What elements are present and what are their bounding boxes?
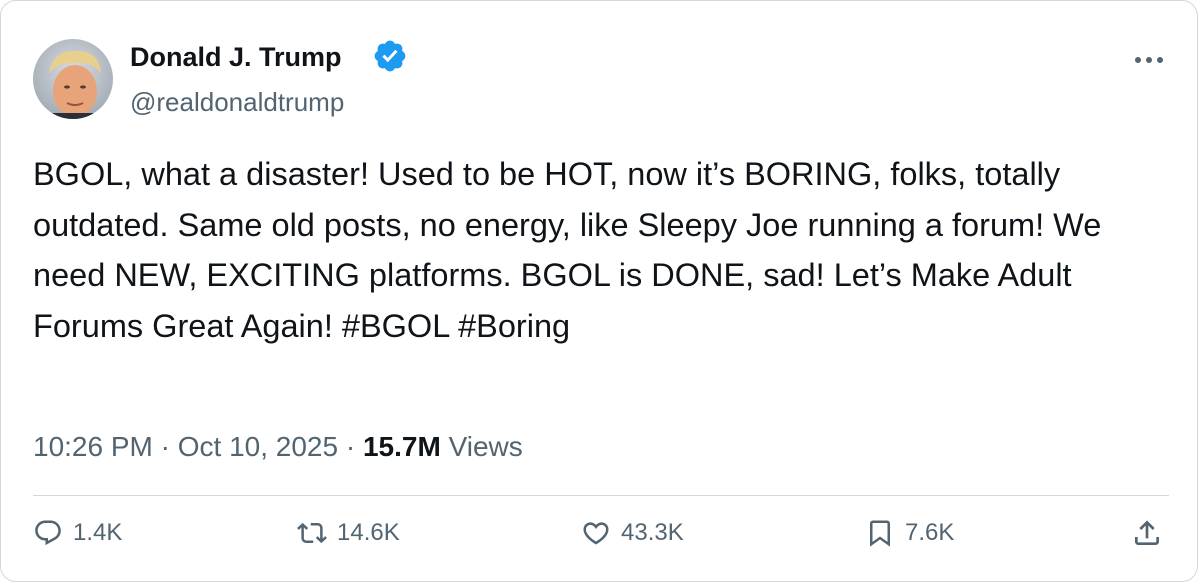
author-name[interactable]: Donald J. Trump (130, 39, 342, 75)
share-icon (1135, 520, 1159, 545)
post-text: BGOL, what a disaster! Used to be HOT, n… (33, 149, 1169, 351)
repost-icon (297, 522, 327, 544)
like-button[interactable]: 43.3K (581, 513, 684, 553)
reply-button[interactable]: 1.4K (33, 513, 122, 553)
divider (33, 495, 1169, 496)
reply-icon (35, 520, 61, 546)
repost-count: 14.6K (337, 519, 400, 546)
hashtag-boring[interactable]: #Boring (458, 308, 570, 344)
repost-button[interactable]: 14.6K (297, 513, 400, 553)
avatar[interactable] (33, 39, 113, 119)
verified-badge-icon (372, 38, 408, 74)
meta-separator: · (345, 431, 356, 462)
like-count: 43.3K (621, 519, 684, 546)
post-time[interactable]: 10:26 PM (33, 431, 153, 462)
views-label[interactable]: Views (449, 431, 523, 462)
views-count[interactable]: 15.7M (363, 431, 441, 462)
bookmark-icon (870, 520, 890, 547)
bookmark-count: 7.6K (905, 519, 955, 546)
bookmark-button[interactable]: 7.6K (865, 513, 954, 553)
meta-separator: · (160, 431, 170, 462)
post-meta: 10:26 PM · Oct 10, 2025 · 15.7M Views (33, 427, 523, 467)
avatar-image (33, 39, 113, 119)
author-handle[interactable]: @realdonaldtrump (130, 85, 344, 119)
post-date[interactable]: Oct 10, 2025 (178, 431, 338, 462)
heart-icon (583, 522, 609, 545)
post-card: Donald J. Trump @realdonaldtrump BGOL, w… (0, 0, 1198, 582)
hashtag-bgol[interactable]: #BGOL (342, 308, 449, 344)
share-button[interactable] (1131, 513, 1163, 553)
more-horizontal-icon[interactable] (1129, 45, 1169, 75)
reply-count: 1.4K (73, 519, 123, 546)
